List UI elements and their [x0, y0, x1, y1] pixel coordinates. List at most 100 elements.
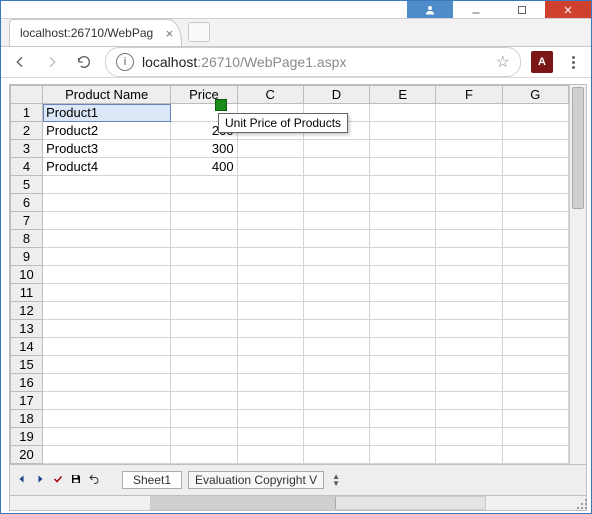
cell[interactable]: [171, 428, 237, 446]
cell[interactable]: [370, 230, 436, 248]
row-header[interactable]: 2: [11, 122, 43, 140]
cell[interactable]: [171, 194, 237, 212]
cell[interactable]: [370, 374, 436, 392]
cell[interactable]: [171, 392, 237, 410]
cell[interactable]: [303, 410, 369, 428]
col-header-F[interactable]: F: [436, 86, 502, 104]
horizontal-scrollbar[interactable]: [9, 496, 587, 511]
cell[interactable]: Product4: [43, 158, 171, 176]
cell[interactable]: Product1: [43, 104, 171, 122]
cell[interactable]: [370, 356, 436, 374]
cell[interactable]: [436, 356, 502, 374]
cell[interactable]: [237, 392, 303, 410]
cell[interactable]: [171, 302, 237, 320]
cell[interactable]: [237, 158, 303, 176]
row-header[interactable]: 8: [11, 230, 43, 248]
grid-row[interactable]: 5: [11, 176, 569, 194]
cell[interactable]: [502, 392, 568, 410]
cell[interactable]: [502, 158, 568, 176]
prev-sheet-icon[interactable]: [16, 473, 28, 488]
cell[interactable]: [502, 446, 568, 464]
cell[interactable]: [43, 248, 171, 266]
cell[interactable]: [436, 158, 502, 176]
row-header[interactable]: 13: [11, 320, 43, 338]
cell[interactable]: [436, 374, 502, 392]
grid-row[interactable]: 10: [11, 266, 569, 284]
cell[interactable]: [502, 230, 568, 248]
grid-row[interactable]: 13: [11, 320, 569, 338]
cell[interactable]: [43, 374, 171, 392]
resize-grip-icon[interactable]: [577, 499, 589, 511]
cell[interactable]: [303, 230, 369, 248]
cell[interactable]: [43, 284, 171, 302]
cell[interactable]: [370, 410, 436, 428]
cell[interactable]: [43, 392, 171, 410]
row-header[interactable]: 3: [11, 140, 43, 158]
cell[interactable]: [303, 248, 369, 266]
row-header[interactable]: 9: [11, 248, 43, 266]
row-header[interactable]: 16: [11, 374, 43, 392]
cell[interactable]: [171, 266, 237, 284]
extension-icon[interactable]: A: [531, 51, 553, 73]
row-header[interactable]: 6: [11, 194, 43, 212]
grid-row[interactable]: 20: [11, 446, 569, 464]
sheet-spinner[interactable]: ▲▼: [332, 473, 340, 487]
cell[interactable]: [171, 212, 237, 230]
cell[interactable]: [370, 320, 436, 338]
cell[interactable]: [171, 338, 237, 356]
cell[interactable]: [502, 302, 568, 320]
row-header[interactable]: 14: [11, 338, 43, 356]
bookmark-icon[interactable]: ☆: [496, 52, 510, 72]
cell[interactable]: [502, 248, 568, 266]
row-header[interactable]: 19: [11, 428, 43, 446]
cell[interactable]: [43, 446, 171, 464]
minimize-button[interactable]: [453, 1, 499, 18]
grid-row[interactable]: 4Product4400: [11, 158, 569, 176]
cell[interactable]: 300: [171, 140, 237, 158]
cell[interactable]: [237, 140, 303, 158]
cell[interactable]: [43, 320, 171, 338]
grid-row[interactable]: 15: [11, 356, 569, 374]
cell[interactable]: [171, 356, 237, 374]
cell[interactable]: [502, 212, 568, 230]
cell[interactable]: [370, 284, 436, 302]
grid-row[interactable]: 9: [11, 248, 569, 266]
new-tab-button[interactable]: [188, 22, 210, 42]
cell[interactable]: [303, 266, 369, 284]
grid-row[interactable]: 7: [11, 212, 569, 230]
cell[interactable]: [43, 338, 171, 356]
cell[interactable]: [436, 122, 502, 140]
cell[interactable]: [303, 392, 369, 410]
cell[interactable]: [303, 176, 369, 194]
grid-row[interactable]: 16: [11, 374, 569, 392]
cell[interactable]: [436, 230, 502, 248]
cell[interactable]: [502, 356, 568, 374]
cell[interactable]: [171, 410, 237, 428]
cell[interactable]: [370, 338, 436, 356]
reload-button[interactable]: [73, 51, 95, 73]
cell[interactable]: [436, 338, 502, 356]
cell[interactable]: [502, 122, 568, 140]
row-header[interactable]: 12: [11, 302, 43, 320]
grid-row[interactable]: 8: [11, 230, 569, 248]
col-header-C[interactable]: C: [237, 86, 303, 104]
cell[interactable]: [303, 158, 369, 176]
cell[interactable]: [502, 194, 568, 212]
cell[interactable]: [237, 194, 303, 212]
cell[interactable]: Product3: [43, 140, 171, 158]
cell[interactable]: [43, 212, 171, 230]
cell[interactable]: [436, 392, 502, 410]
cell[interactable]: [43, 428, 171, 446]
row-header[interactable]: 1: [11, 104, 43, 122]
cell[interactable]: [237, 176, 303, 194]
cell[interactable]: [370, 248, 436, 266]
cell[interactable]: [171, 320, 237, 338]
row-header[interactable]: 15: [11, 356, 43, 374]
cell[interactable]: [303, 428, 369, 446]
cell[interactable]: [502, 428, 568, 446]
grid-row[interactable]: 18: [11, 410, 569, 428]
cell[interactable]: [43, 176, 171, 194]
cell[interactable]: [303, 140, 369, 158]
cell[interactable]: [436, 212, 502, 230]
cell[interactable]: [502, 374, 568, 392]
